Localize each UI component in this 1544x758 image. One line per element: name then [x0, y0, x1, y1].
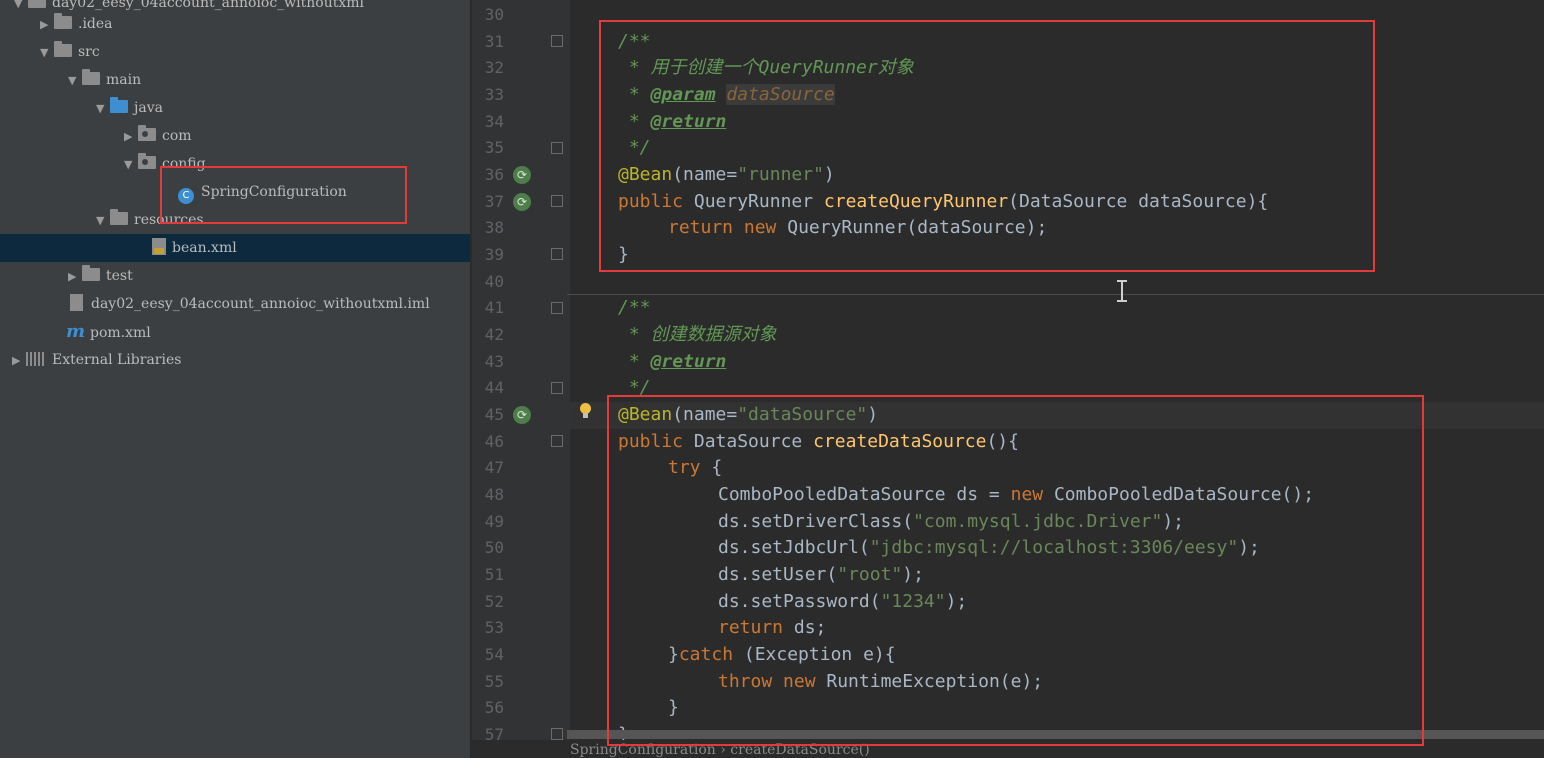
expand-arrow-icon[interactable]: ▶	[12, 347, 26, 375]
line-number: 50	[484, 538, 504, 557]
line-number: 30	[484, 5, 504, 24]
line-number: 35	[484, 138, 504, 157]
line-number: 48	[484, 485, 504, 504]
code-line-42[interactable]: * 创建数据源对象	[618, 321, 777, 348]
collapse-arrow-icon[interactable]: ▼	[40, 39, 54, 67]
tree-item-com[interactable]: ▶ com	[0, 122, 470, 150]
tree-item-java[interactable]: ▼ java	[0, 94, 470, 122]
line-number: 51	[484, 565, 504, 584]
line-number: 32	[484, 58, 504, 77]
fold-marker-icon[interactable]	[551, 195, 563, 207]
tree-item-label: pom.xml	[90, 325, 151, 341]
line-number: 38	[484, 218, 504, 237]
maven-icon: m	[66, 321, 86, 342]
line-number: 31	[484, 32, 504, 51]
folder-icon	[82, 69, 100, 85]
libraries-icon	[26, 352, 46, 366]
folder-icon	[28, 0, 46, 8]
line-number: 46	[484, 432, 504, 451]
code-line-43[interactable]: * @return	[618, 348, 727, 375]
line-number: 39	[484, 245, 504, 264]
tree-item-label: test	[106, 268, 133, 284]
line-number: 54	[484, 645, 504, 664]
fold-marker-icon[interactable]	[551, 142, 563, 154]
resources-folder-icon	[110, 209, 128, 225]
fold-marker-icon[interactable]	[551, 35, 563, 47]
package-icon	[138, 153, 156, 169]
line-number: 37	[484, 192, 504, 211]
collapse-arrow-icon[interactable]: ▼	[96, 207, 110, 235]
fold-marker-icon[interactable]	[551, 728, 563, 740]
source-folder-icon	[110, 97, 128, 113]
line-number: 36	[484, 165, 504, 184]
tree-item-bean-xml[interactable]: bean.xml	[0, 234, 470, 262]
tree-item-main[interactable]: ▼ main	[0, 66, 470, 94]
xml-file-icon	[152, 238, 166, 255]
expand-arrow-icon[interactable]: ▶	[68, 263, 82, 291]
spring-bean-gutter-icon[interactable]: ⟳	[513, 166, 531, 184]
fold-marker-icon[interactable]	[551, 382, 563, 394]
tree-item-label: java	[134, 100, 163, 116]
tree-item-external-libraries[interactable]: ▶ External Libraries	[0, 346, 470, 374]
fold-marker-icon[interactable]	[551, 435, 563, 447]
code-line-41[interactable]: /**	[618, 294, 651, 321]
folder-icon	[54, 13, 72, 29]
line-number: 47	[484, 458, 504, 477]
line-number: 33	[484, 85, 504, 104]
tree-item-pom-xml[interactable]: m pom.xml	[0, 318, 470, 346]
expand-arrow-icon[interactable]: ▶	[40, 11, 54, 39]
line-number: 41	[484, 298, 504, 317]
tree-item-label: com	[162, 128, 192, 144]
line-number: 45	[484, 405, 504, 424]
highlight-box-springconfiguration	[160, 166, 407, 224]
tree-item-label: External Libraries	[52, 352, 182, 368]
tree-item-label: main	[106, 72, 142, 88]
spring-bean-gutter-icon[interactable]: ⟳	[513, 193, 531, 211]
folder-icon	[82, 265, 100, 281]
folder-icon	[54, 41, 72, 57]
line-number: 49	[484, 512, 504, 531]
lightbulb-icon[interactable]	[578, 403, 592, 419]
tree-item-idea[interactable]: ▶ .idea	[0, 10, 470, 38]
tree-item-src[interactable]: ▼ src	[0, 38, 470, 66]
fold-marker-icon[interactable]	[551, 248, 563, 260]
line-number: 44	[484, 378, 504, 397]
line-number: 56	[484, 698, 504, 717]
line-number: 40	[484, 272, 504, 291]
line-number: 34	[484, 112, 504, 131]
collapse-arrow-icon[interactable]: ▼	[124, 151, 138, 179]
project-tree-panel: ▼ day02_eesy_04account_annoioc_withoutxml…	[0, 0, 470, 758]
method-separator	[567, 294, 1544, 295]
package-icon	[138, 125, 156, 141]
highlight-box-queryrunner-bean	[599, 20, 1375, 272]
line-number: 43	[484, 352, 504, 371]
tree-item-label: .idea	[78, 16, 113, 32]
highlight-box-datasource-bean	[607, 395, 1424, 746]
collapse-arrow-icon[interactable]: ▼	[68, 67, 82, 95]
tree-item-test[interactable]: ▶ test	[0, 262, 470, 290]
tree-item-label: day02_eesy_04account_annoioc_withoutxml.…	[91, 296, 430, 312]
collapse-arrow-icon[interactable]: ▼	[96, 95, 110, 123]
line-number: 55	[484, 672, 504, 691]
tree-item-iml-file[interactable]: day02_eesy_04account_annoioc_withoutxml.…	[0, 290, 470, 318]
line-number: 52	[484, 592, 504, 611]
spring-bean-gutter-icon[interactable]: ⟳	[513, 406, 531, 424]
line-number: 42	[484, 325, 504, 344]
tree-item-label: bean.xml	[172, 240, 237, 256]
tree-item-label: src	[78, 44, 100, 60]
fold-marker-icon[interactable]	[551, 302, 563, 314]
expand-arrow-icon[interactable]: ▶	[124, 123, 138, 151]
text-cursor-icon	[1117, 280, 1127, 302]
line-number: 53	[484, 618, 504, 637]
iml-file-icon	[70, 294, 83, 311]
